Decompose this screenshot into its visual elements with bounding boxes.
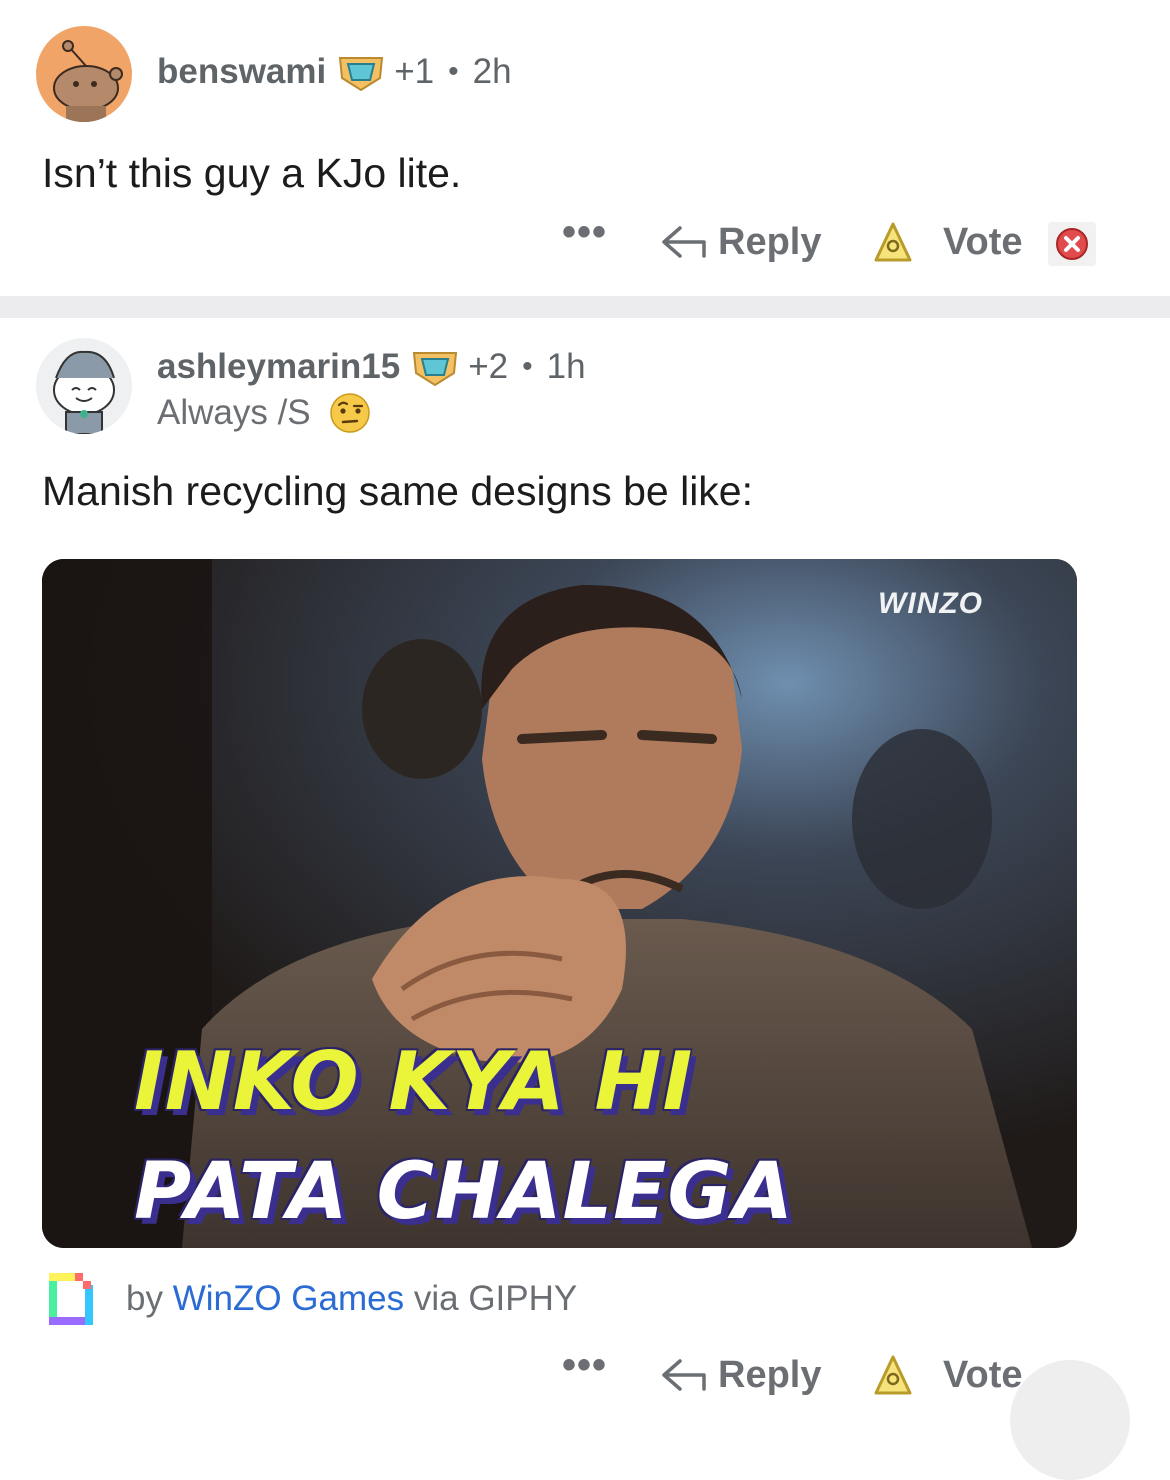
- attribution-suffix: via GIPHY: [413, 1279, 578, 1318]
- comment-benswami: benswami +1 • 2h Isn’t this guy a KJo li…: [0, 0, 1170, 296]
- upvote-icon[interactable]: [868, 220, 918, 268]
- diamond-award-icon: [413, 352, 458, 387]
- snoo-avatar-icon: [53, 40, 123, 122]
- gif-caption-line1: INKO KYA HI: [134, 1035, 694, 1128]
- more-options-button[interactable]: •••: [562, 210, 607, 255]
- reply-label: Reply: [718, 220, 822, 263]
- diamond-award-icon: [339, 57, 384, 92]
- comment-meta: ashleymarin15 +2 • 1h: [157, 347, 586, 387]
- user-avatar-benswami[interactable]: [36, 26, 132, 122]
- reply-label: Reply: [718, 1353, 822, 1396]
- timestamp: 2h: [472, 52, 512, 91]
- attribution-prefix: by: [126, 1279, 163, 1318]
- username[interactable]: benswami: [157, 52, 326, 92]
- reply-arrow-icon: [662, 1359, 706, 1391]
- vote-label: Vote: [943, 1353, 1023, 1396]
- raised-eyebrow-emoji-icon: [329, 393, 370, 433]
- flair-text: Always /S: [157, 393, 311, 432]
- meta-separator: •: [522, 350, 533, 383]
- comment-body: Isn’t this guy a KJo lite.: [42, 150, 462, 196]
- comment-meta: benswami +1 • 2h: [157, 52, 512, 92]
- more-options-button[interactable]: •••: [562, 1343, 607, 1388]
- comment-separator: [0, 296, 1170, 318]
- score: +1: [394, 52, 435, 91]
- reply-button[interactable]: Reply: [660, 202, 821, 282]
- reply-button[interactable]: Reply: [660, 1335, 821, 1415]
- score: +2: [468, 347, 509, 386]
- snoo-avatar-icon: [53, 350, 115, 434]
- attribution-author-link[interactable]: WinZO Games: [173, 1279, 404, 1318]
- gif-scene-image: [42, 559, 1077, 1248]
- winzo-watermark: WINZO: [878, 587, 983, 620]
- giphy-attribution-text: by WinZO Games via GIPHY: [126, 1279, 577, 1319]
- timestamp: 1h: [546, 347, 586, 386]
- upvote-icon[interactable]: [868, 1353, 918, 1401]
- comment-body: Manish recycling same designs be like:: [42, 468, 753, 514]
- floating-action-button[interactable]: [1010, 1360, 1130, 1480]
- comment-ashleymarin15: ashleymarin15 +2 • 1h Always /S Manish r…: [0, 318, 1170, 1424]
- user-flair: Always /S: [157, 392, 371, 434]
- giphy-logo-icon: [49, 1273, 93, 1325]
- comment-actions: ••• Reply Vote: [0, 1335, 1170, 1415]
- reply-arrow-icon: [662, 226, 706, 258]
- giphy-attribution: by WinZO Games via GIPHY: [46, 1268, 577, 1330]
- downvote-icon[interactable]: [1046, 220, 1098, 268]
- user-avatar-ashleymarin15[interactable]: [36, 338, 132, 434]
- gif-embed[interactable]: WINZO INKO KYA HI PATA CHALEGA: [42, 559, 1077, 1248]
- vote-label: Vote: [943, 220, 1023, 263]
- comment-actions: ••• Reply Vote: [0, 202, 1170, 282]
- username[interactable]: ashleymarin15: [157, 347, 400, 387]
- meta-separator: •: [448, 55, 459, 88]
- gif-caption-line2: PATA CHALEGA: [134, 1147, 794, 1237]
